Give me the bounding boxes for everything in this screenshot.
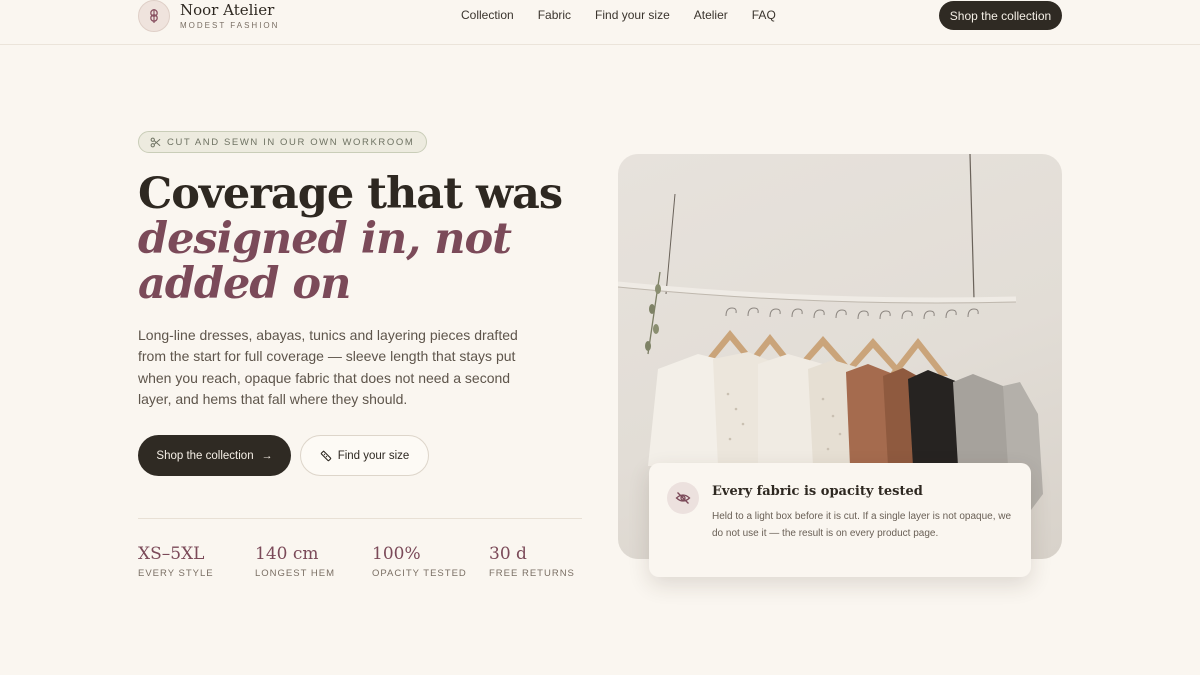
nav-find-your-size[interactable]: Find your size xyxy=(595,8,670,22)
brand-logo[interactable]: Noor Atelier MODEST FASHION xyxy=(138,0,279,32)
card-title: Every fabric is opacity tested xyxy=(712,484,923,499)
eye-off-icon xyxy=(667,482,699,514)
brand-name: Noor Atelier xyxy=(180,0,275,19)
hero-headline: Coverage that was designed in, not added… xyxy=(138,172,578,307)
stats-divider xyxy=(138,518,582,519)
stat-label: FREE RETURNS xyxy=(489,568,575,579)
shop-collection-label: Shop the collection xyxy=(156,449,254,462)
stat-label: OPACITY TESTED xyxy=(372,568,467,579)
stat-label: LONGEST HEM xyxy=(255,568,335,579)
arrow-right-icon: → xyxy=(261,449,273,462)
nav-atelier[interactable]: Atelier xyxy=(694,8,728,22)
eyebrow-badge: CUT AND SEWN IN OUR OWN WORKROOM xyxy=(138,131,428,153)
main-nav: Collection Fabric Find your size Atelier… xyxy=(461,8,800,22)
header-shop-button[interactable]: Shop the collection xyxy=(939,1,1062,30)
headline-accent: designed in, not added on xyxy=(138,214,512,309)
stat-hem: 140 cm LONGEST HEM xyxy=(255,543,335,579)
stat-label: EVERY STYLE xyxy=(138,568,214,579)
flower-icon xyxy=(138,0,170,32)
card-body: Held to a light box before it is cut. If… xyxy=(712,511,1012,539)
stat-returns: 30 d FREE RETURNS xyxy=(489,543,575,579)
brand-tagline: MODEST FASHION xyxy=(180,20,280,30)
shop-collection-button[interactable]: Shop the collection → xyxy=(138,435,291,476)
nav-faq[interactable]: FAQ xyxy=(752,8,776,22)
headline-line1: Coverage that was xyxy=(138,169,563,219)
hero-description: Long-line dresses, abayas, tunics and la… xyxy=(138,327,518,407)
find-size-label: Find your size xyxy=(337,449,410,462)
site-header: Noor Atelier MODEST FASHION Collection F… xyxy=(0,0,1200,45)
nav-collection[interactable]: Collection xyxy=(461,8,514,22)
stat-sizes: XS–5XL EVERY STYLE xyxy=(138,543,214,579)
stat-value: XS–5XL xyxy=(138,544,205,564)
eyebrow-text: CUT AND SEWN IN OUR OWN WORKROOM xyxy=(167,136,415,148)
stat-value: 100% xyxy=(372,544,421,564)
stat-value: 30 d xyxy=(489,544,527,564)
stat-opacity: 100% OPACITY TESTED xyxy=(372,543,467,579)
find-size-button[interactable]: Find your size xyxy=(300,435,429,476)
stat-value: 140 cm xyxy=(255,544,319,564)
nav-fabric[interactable]: Fabric xyxy=(538,8,571,22)
scissors-icon xyxy=(150,137,161,147)
opacity-info-card: Every fabric is opacity tested Held to a… xyxy=(649,463,1031,577)
ruler-icon xyxy=(320,450,331,461)
